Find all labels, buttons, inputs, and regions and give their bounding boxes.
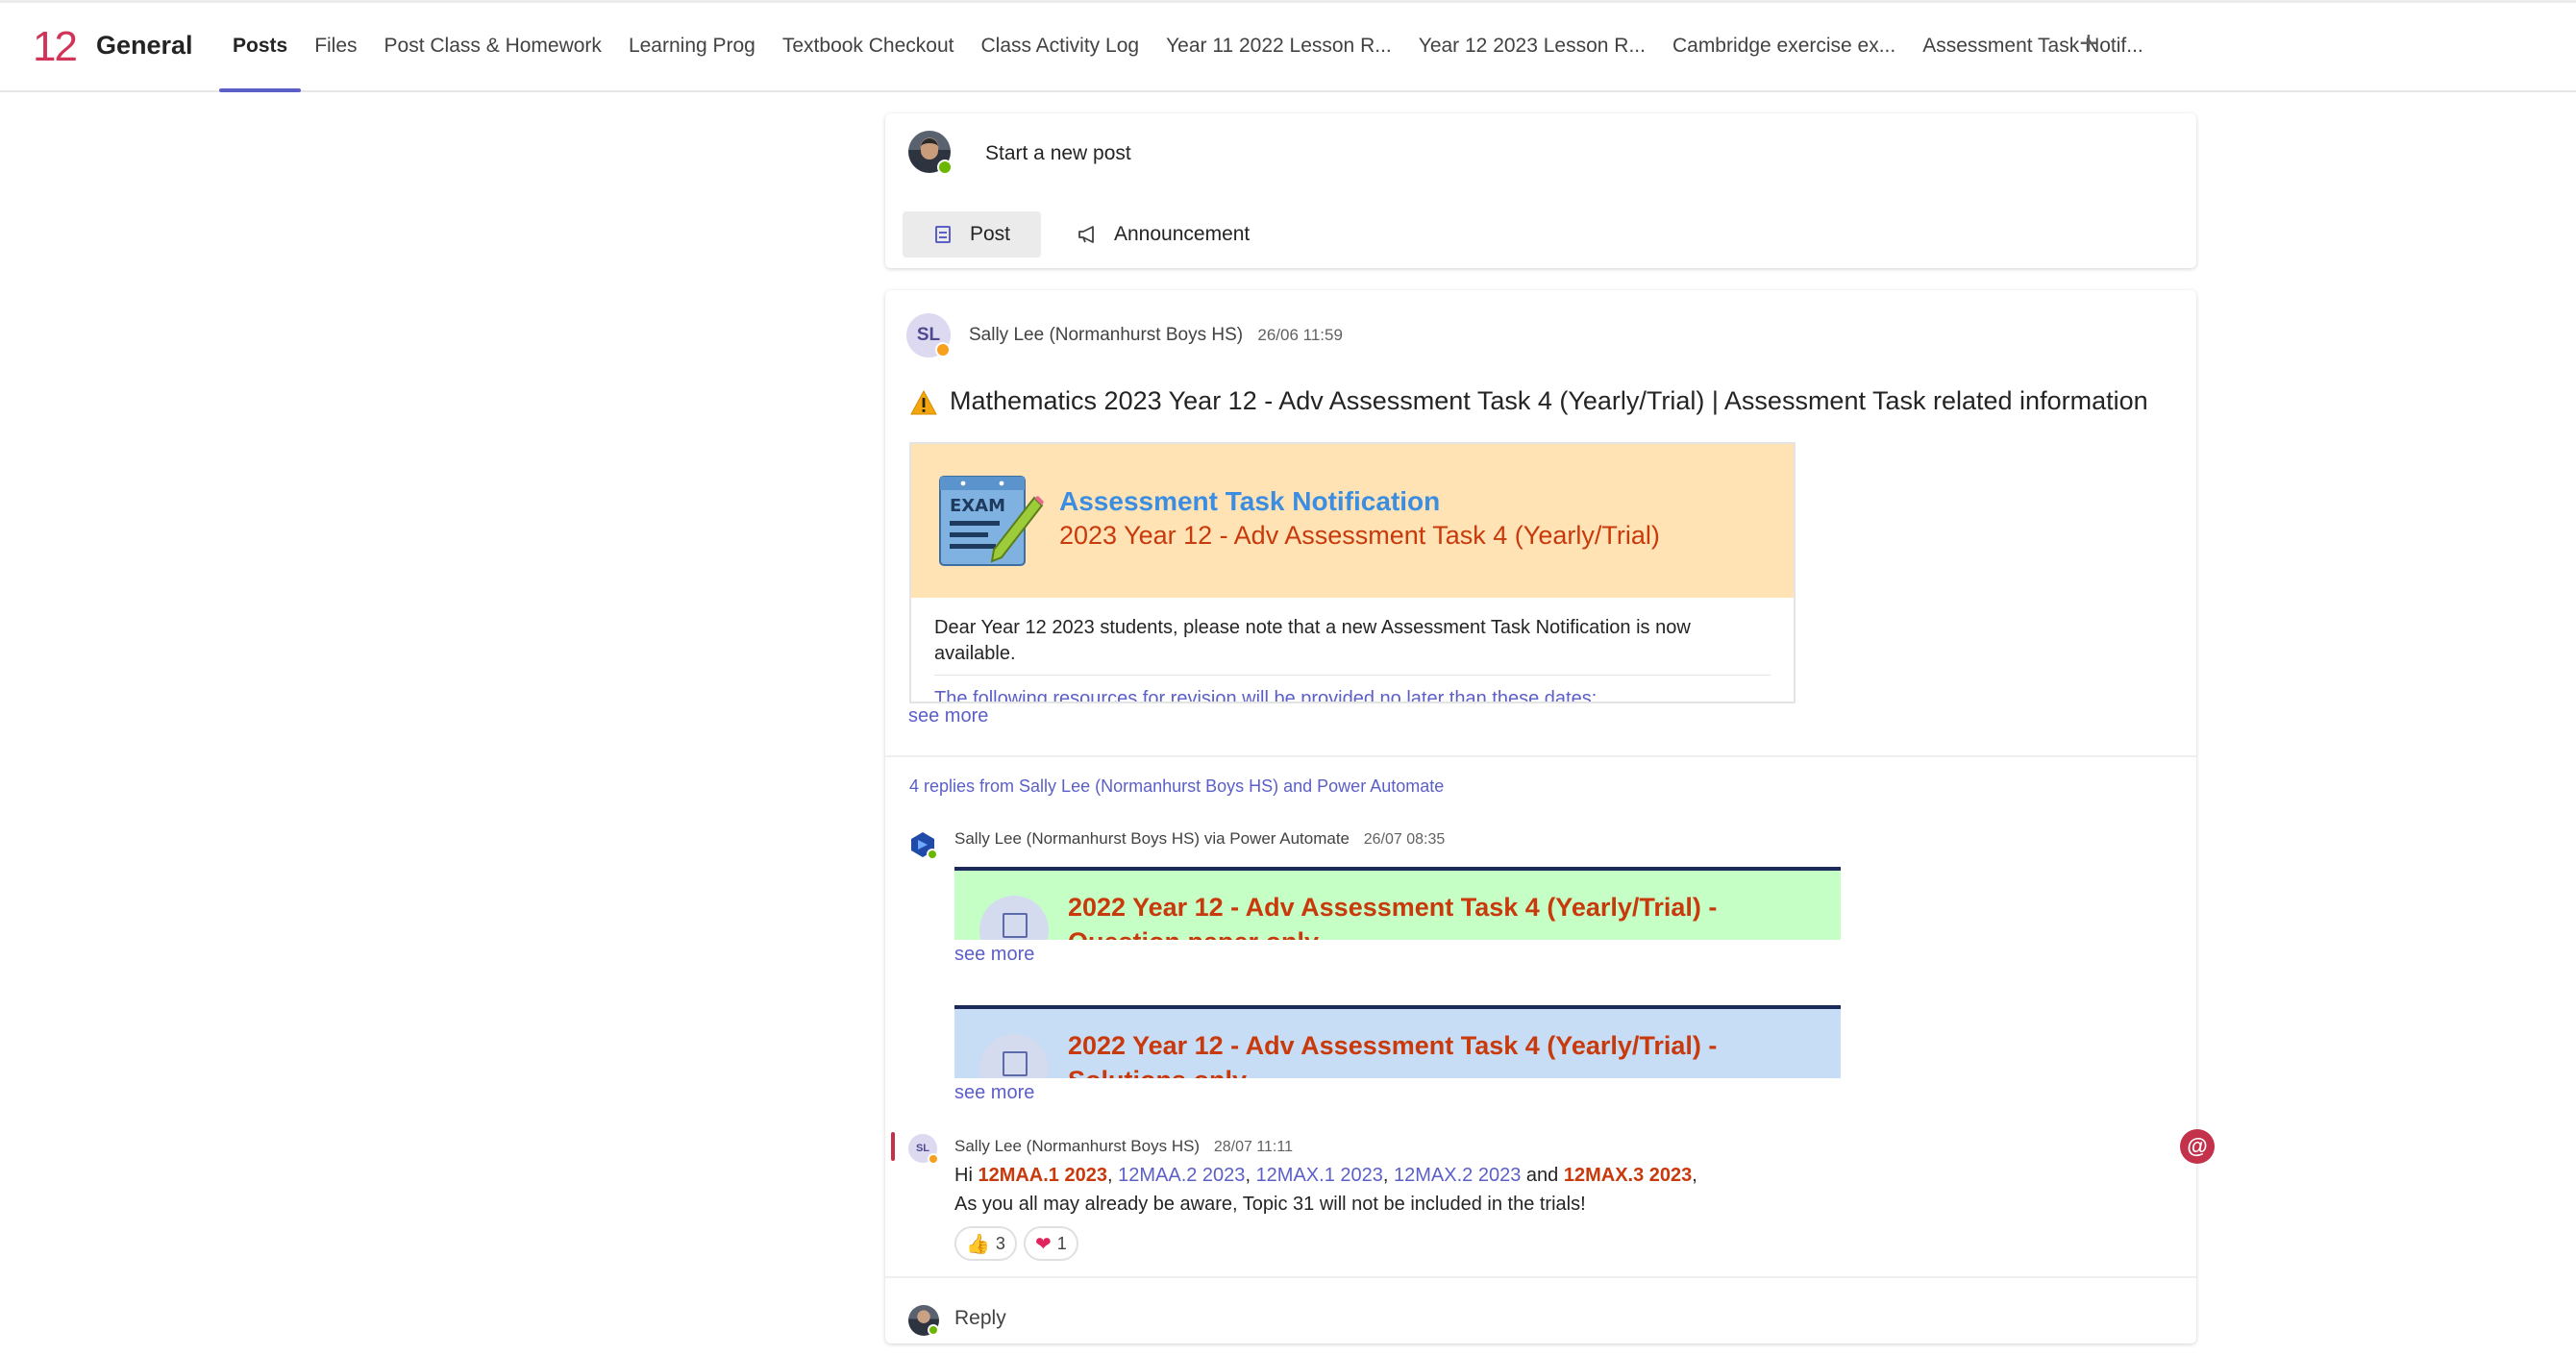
avatar[interactable]: SL	[906, 313, 951, 357]
channel-header: 12 General Posts Files Post Class & Home…	[0, 0, 2576, 92]
heart-icon: ❤	[1035, 1233, 1052, 1255]
announcement-button[interactable]: Announcement	[1077, 211, 1250, 258]
tab-textbook-checkout[interactable]: Textbook Checkout	[769, 0, 968, 92]
tab-year11-lesson[interactable]: Year 11 2022 Lesson R...	[1152, 0, 1405, 92]
reaction-heart[interactable]: ❤ 1	[1024, 1226, 1078, 1261]
warning-icon	[910, 390, 937, 415]
new-post-input[interactable]: Start a new post	[985, 142, 1131, 165]
power-automate-icon	[911, 832, 937, 859]
resource-title: 2022 Year 12 - Adv Assessment Task 4 (Ye…	[1068, 1031, 1718, 1078]
reaction-like[interactable]: 👍 3	[954, 1226, 1017, 1261]
divider	[885, 755, 2196, 757]
mention-tag[interactable]: 12MAX.1 2023	[1256, 1165, 1383, 1186]
team-logo[interactable]: 12	[33, 23, 78, 71]
megaphone-icon	[1078, 226, 1094, 243]
resource-card[interactable]: 2022 Year 12 - Adv Assessment Task 4 (Ye…	[954, 867, 1841, 940]
comma: ,	[1692, 1165, 1697, 1186]
channel-name: General	[96, 31, 193, 60]
avatar-initials: SL	[916, 325, 941, 345]
status-away-icon	[935, 342, 951, 357]
tab-learning-prog[interactable]: Learning Prog	[615, 0, 769, 92]
status-available-icon	[937, 160, 953, 175]
card-title[interactable]: Assessment Task Notification	[1059, 486, 1440, 517]
card-body: Dear Year 12 2023 students, please note …	[934, 617, 1691, 664]
card-truncated-line: The following resources for revision wil…	[934, 688, 1598, 703]
replies-summary-link[interactable]: 4 replies from Sally Lee (Normanhurst Bo…	[909, 776, 1444, 797]
avatar[interactable]	[908, 1305, 939, 1336]
tab-posts[interactable]: Posts	[219, 0, 302, 92]
exam-icon-text: EXAM	[950, 496, 1005, 516]
mention-tag[interactable]: 12MAX.3 2023	[1564, 1165, 1692, 1186]
resource-card[interactable]: 2022 Year 12 - Adv Assessment Task 4 (Ye…	[954, 1005, 1841, 1078]
see-more-link[interactable]: see more	[954, 944, 1034, 966]
plus-icon[interactable]: +	[2079, 25, 2098, 62]
greeting: Hi	[954, 1165, 973, 1186]
reaction-count: 1	[1056, 1233, 1067, 1253]
mention-icon[interactable]: @	[2180, 1129, 2215, 1164]
post-button[interactable]: Post	[903, 211, 1041, 258]
tab-bar: Posts Files Post Class & Homework Learni…	[219, 0, 2157, 92]
mention-tag[interactable]: 12MAX.2 2023	[1394, 1165, 1521, 1186]
reply-author[interactable]: Sally Lee (Normanhurst Boys HS)	[954, 1137, 1200, 1155]
thumbs-up-icon: 👍	[966, 1233, 990, 1255]
post-button-label: Post	[970, 223, 1011, 245]
mention-tag[interactable]: 12MAA.1 2023	[978, 1165, 1107, 1186]
mention-indicator	[891, 1132, 895, 1161]
avatar-initials: SL	[915, 1143, 930, 1154]
adaptive-card[interactable]: EXAM Assessment Task Notification 2023 Y…	[909, 442, 1796, 703]
resource-title: 2022 Year 12 - Adv Assessment Task 4 (Ye…	[1068, 893, 1718, 940]
reply-meta: Sally Lee (Normanhurst Boys HS) 28/07 11…	[954, 1137, 1293, 1156]
comma: ,	[1245, 1165, 1251, 1186]
avatar[interactable]: SL	[908, 1134, 939, 1165]
comma: ,	[1382, 1165, 1389, 1186]
card-divider	[934, 675, 1771, 676]
status-away-icon	[928, 1153, 939, 1165]
conversation-thread: SL Sally Lee (Normanhurst Boys HS) 26/06…	[885, 290, 2196, 1343]
reaction-count: 3	[995, 1233, 1005, 1253]
reply-meta: Sally Lee (Normanhurst Boys HS) via Powe…	[954, 829, 1445, 849]
see-more-link[interactable]: see more	[954, 1082, 1034, 1104]
post-author[interactable]: Sally Lee (Normanhurst Boys HS)	[969, 325, 1243, 345]
reply-timestamp: 28/07 11:11	[1213, 1139, 1293, 1155]
document-icon	[1003, 913, 1028, 938]
tab-assessment-task-notif[interactable]: Assessment Task Notif...	[1909, 0, 2157, 92]
card-subtitle: 2023 Year 12 - Adv Assessment Task 4 (Ye…	[1059, 521, 1660, 550]
reply-button[interactable]: Reply	[954, 1307, 1006, 1330]
tab-files[interactable]: Files	[301, 0, 370, 92]
mention-tag[interactable]: 12MAA.2 2023	[1118, 1165, 1245, 1186]
status-available-icon	[928, 1324, 939, 1336]
tab-class-activity-log[interactable]: Class Activity Log	[967, 0, 1152, 92]
compose-box: Start a new post Post Announcement	[885, 113, 2196, 268]
comma: ,	[1106, 1165, 1113, 1186]
exam-icon: EXAM	[939, 476, 1044, 566]
announcement-label: Announcement	[1114, 223, 1251, 245]
divider	[885, 1276, 2196, 1278]
reply-author[interactable]: Sally Lee (Normanhurst Boys HS) via Powe…	[954, 829, 1350, 848]
post-subject: Mathematics 2023 Year 12 - Adv Assessmen…	[950, 386, 2148, 415]
post-meta: Sally Lee (Normanhurst Boys HS) 26/06 11…	[969, 325, 1343, 346]
avatar[interactable]	[908, 131, 953, 175]
message-line-2: As you all may already be aware, Topic 3…	[954, 1194, 1586, 1215]
post-icon	[935, 226, 951, 243]
tab-cambridge-exercise[interactable]: Cambridge exercise ex...	[1659, 0, 1909, 92]
tab-year12-lesson[interactable]: Year 12 2023 Lesson R...	[1405, 0, 1659, 92]
tab-post-class-homework[interactable]: Post Class & Homework	[371, 0, 615, 92]
reply-timestamp: 26/07 08:35	[1363, 831, 1446, 848]
see-more-link[interactable]: see more	[908, 705, 988, 727]
document-icon	[1003, 1051, 1028, 1076]
conjunction: and	[1525, 1165, 1559, 1186]
post-timestamp: 26/06 11:59	[1257, 326, 1343, 344]
message-line-1: Hi 12MAA.1 2023, 12MAA.2 2023, 12MAX.1 2…	[954, 1165, 1697, 1187]
team-logo-text: 12	[33, 23, 78, 70]
